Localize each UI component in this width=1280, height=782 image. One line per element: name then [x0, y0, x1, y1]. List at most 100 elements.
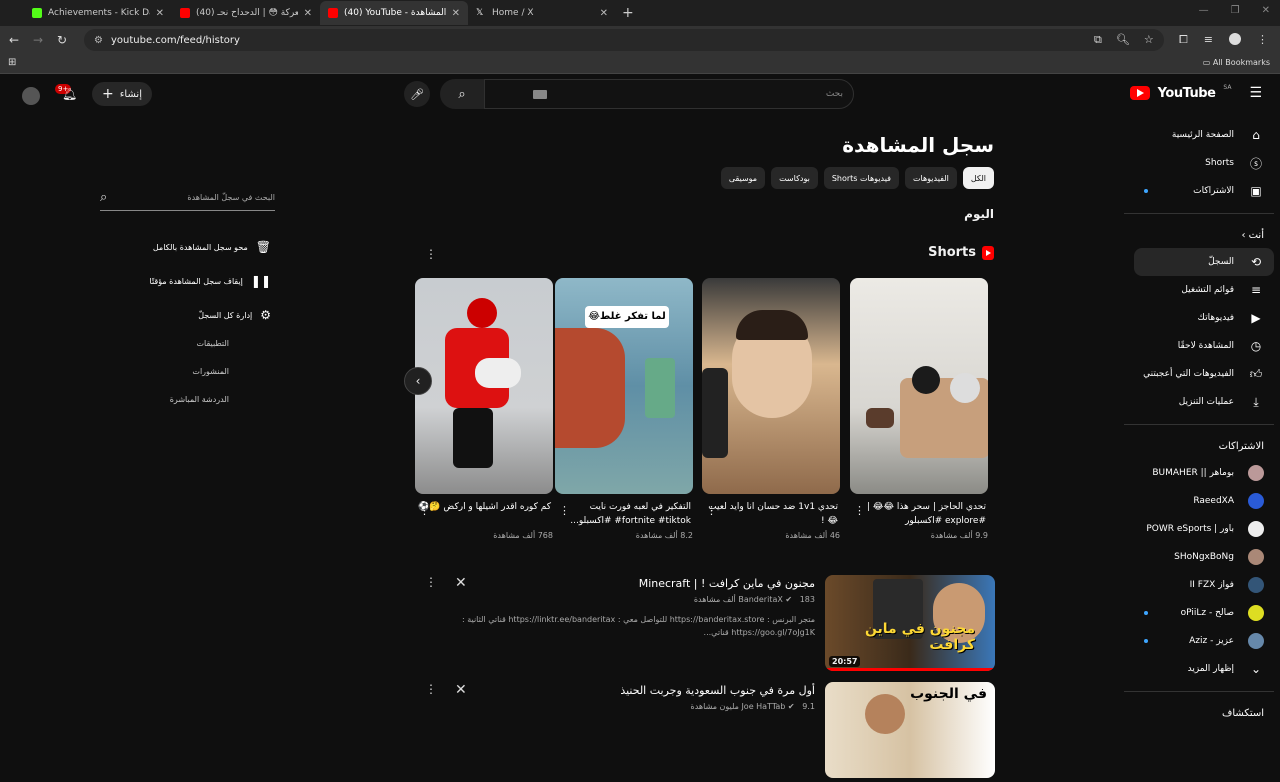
site-info-icon[interactable]: ⚙	[94, 35, 103, 46]
history-video-item[interactable]: في الجنوب أول مرة في جنوب السعودية وجربت…	[415, 682, 995, 782]
search-button[interactable]: ⌕	[440, 79, 484, 109]
sidebar-you-header[interactable]: أنت ›	[1112, 222, 1274, 248]
install-app-icon[interactable]: ⧉	[1094, 33, 1102, 47]
sidebar-sub-channel[interactable]: عزيز - Aziz	[1134, 627, 1274, 655]
reload-icon[interactable]: ↻	[50, 33, 74, 47]
channel-avatar	[1248, 605, 1264, 621]
browser-tab[interactable]: (40) نهاية المعركة 😳 | الدحداح نحـ ✕	[172, 1, 320, 25]
short-thumbnail[interactable]: لما تفكر غلط😂	[555, 278, 693, 494]
tab-close-icon[interactable]: ✕	[452, 8, 460, 19]
sidebar-item-subscriptions[interactable]: ▣ الاشتراكات	[1134, 177, 1274, 205]
sidebar-item-home[interactable]: ⌂ الصفحة الرئيسية	[1134, 121, 1274, 149]
sidebar-sub-channel[interactable]: بوماهر || BUMAHER	[1134, 459, 1274, 487]
youtube-favicon-icon	[328, 8, 338, 18]
youtube-logo[interactable]: YouTube SA ☰	[1129, 84, 1262, 101]
channel-name[interactable]: BanderitaX	[738, 595, 783, 604]
browser-menu-icon[interactable]: ⋮	[1257, 33, 1268, 47]
create-button[interactable]: + إنشاء	[92, 82, 152, 106]
minimize-icon[interactable]: —	[1199, 5, 1209, 16]
sidebar-item-watch-later[interactable]: ◷ المشاهدة لاحقًا	[1134, 332, 1274, 360]
close-window-icon[interactable]: ✕	[1262, 5, 1270, 16]
short-card[interactable]: تحدي الحاجز | سحر هذا 😂😂 | #explore #اكس…	[850, 278, 988, 540]
apps-link[interactable]: التطبيقات	[100, 329, 275, 357]
shelf-menu-icon[interactable]: ⋮	[425, 247, 437, 261]
channel-name[interactable]: Joe HaTTab	[741, 702, 785, 711]
pause-icon: ❚❚	[250, 274, 271, 288]
browser-tab-active[interactable]: (40) YouTube - سجل المشاهدة ✕	[320, 1, 468, 25]
short-card[interactable]: لما تفكر غلط😂 التفكير في لعبه فورت نايت …	[555, 278, 693, 540]
short-thumbnail[interactable]	[415, 278, 553, 494]
keyboard-icon[interactable]	[533, 89, 547, 99]
tab-close-icon[interactable]: ✕	[304, 8, 312, 19]
short-title[interactable]: التفكير في لعبه فورت نايت fortnite #tikt…	[555, 500, 693, 528]
browser-tab[interactable]: 𝕏 Home / X ✕	[468, 1, 616, 25]
chip-podcasts[interactable]: بودكاست	[771, 167, 818, 189]
extensions-icon[interactable]: ⧠	[1179, 33, 1188, 47]
short-thumbnail[interactable]	[850, 278, 988, 494]
short-menu-icon[interactable]: ⋮	[419, 504, 430, 517]
short-card[interactable]: تحدي 1v1 ضد حسان انا وايد لعيب 😂 ! 46 أل…	[702, 278, 840, 540]
chip-shorts[interactable]: فيديوهات Shorts	[823, 167, 899, 189]
zoom-icon[interactable]: 🔍︎	[1116, 33, 1130, 47]
sidebar-item-your-videos[interactable]: ▶ فيديوهاتك	[1134, 304, 1274, 332]
sidebar-sub-channel[interactable]: SHoNgxBoNg	[1134, 543, 1274, 571]
sidebar-sub-channel[interactable]: صالح - oPiiLz	[1134, 599, 1274, 627]
short-menu-icon[interactable]: ⋮	[559, 504, 570, 517]
pause-history-button[interactable]: ❚❚ إيقاف سجل المشاهدة مؤقتًا	[100, 267, 275, 295]
maximize-icon[interactable]: ❐	[1231, 5, 1240, 16]
all-bookmarks-button[interactable]: ▭ All Bookmarks	[1203, 58, 1270, 67]
profile-avatar-icon[interactable]	[1229, 33, 1241, 45]
short-thumbnail[interactable]	[702, 278, 840, 494]
remove-from-history-icon[interactable]: ✕	[455, 575, 467, 591]
video-title[interactable]: أول مرة في جنوب السعودية وجربت الحنيذ	[620, 684, 815, 697]
address-bar[interactable]: ⚙ youtube.com/feed/history	[84, 29, 1164, 51]
back-icon[interactable]: ←	[2, 33, 26, 47]
new-tab-button[interactable]: +	[622, 5, 634, 21]
sidebar-item-shorts[interactable]: ⓢ Shorts	[1134, 149, 1274, 177]
chip-music[interactable]: موسيقى	[720, 167, 766, 189]
tab-close-icon[interactable]: ✕	[600, 8, 608, 19]
video-title[interactable]: مجنون في ماين كرافت ! | Minecraft	[639, 577, 815, 590]
short-title[interactable]: تحدي 1v1 ضد حسان انا وايد لعيب 😂 !	[702, 500, 840, 528]
bookmark-star-icon[interactable]: ☆	[1144, 33, 1154, 47]
sidebar-show-more[interactable]: ⌄ إظهار المزيد	[1134, 655, 1274, 683]
sidebar-item-history[interactable]: ⟲ السجلّ	[1134, 248, 1274, 276]
video-menu-icon[interactable]: ⋮	[425, 575, 437, 589]
hamburger-menu-icon[interactable]: ☰	[1249, 85, 1262, 101]
shelf-prev-arrow-icon[interactable]: ‹	[404, 367, 432, 395]
sidebar-item-liked-videos[interactable]: 👍︎ الفيديوهات التي أعجبتني	[1134, 360, 1274, 388]
sidebar-item-playlists[interactable]: ≡ قوائم التشغيل	[1134, 276, 1274, 304]
forward-icon[interactable]: →	[26, 33, 50, 47]
short-menu-icon[interactable]: ⋮	[854, 504, 865, 517]
posts-link[interactable]: المنشورات	[100, 357, 275, 385]
manage-history-button[interactable]: ⚙ إدارة كل السجلّ	[100, 301, 275, 329]
account-avatar[interactable]	[22, 87, 40, 105]
notifications-bell-icon[interactable]: 🔔︎	[62, 87, 77, 101]
show-more-label: إظهار المزيد	[1187, 664, 1234, 674]
remove-from-history-icon[interactable]: ✕	[455, 682, 467, 698]
short-title[interactable]: تحدي الحاجز | سحر هذا 😂😂 | #explore #اكس…	[850, 500, 988, 528]
short-title[interactable]: كم كوره اقدر اشيلها و اركض 🤔⚽	[415, 500, 553, 528]
history-video-item[interactable]: مجنون في ماين كرافت 20:57 مجنون في ماين …	[415, 575, 995, 675]
sidebar-item-downloads[interactable]: ⤓ عمليات التنزيل	[1134, 388, 1274, 416]
sidebar-sub-channel[interactable]: فواز II FZX	[1134, 571, 1274, 599]
media-controls-icon[interactable]: ≡	[1204, 33, 1213, 47]
tab-close-icon[interactable]: ✕	[156, 8, 164, 19]
chip-videos[interactable]: الفيديوهات	[904, 167, 957, 189]
short-card[interactable]: كم كوره اقدر اشيلها و اركض 🤔⚽ 768 ألف مش…	[415, 278, 553, 540]
search-input[interactable]: بحث	[484, 79, 854, 109]
short-menu-icon[interactable]: ⋮	[706, 504, 717, 517]
chip-all[interactable]: الكل	[962, 167, 994, 189]
sidebar-sub-channel[interactable]: RaeedXA	[1134, 487, 1274, 515]
browser-tab[interactable]: Achievements - Kick Dashboard ✕	[24, 1, 172, 25]
video-thumbnail[interactable]: في الجنوب	[825, 682, 995, 778]
history-search-input[interactable]: البحث في سجلّ المشاهدة ⌕	[100, 185, 275, 211]
sidebar-sub-channel[interactable]: باور | POWR eSports	[1134, 515, 1274, 543]
live-chat-link[interactable]: الدردشة المباشرة	[100, 385, 275, 413]
apps-grid-icon[interactable]: ⊞	[8, 57, 16, 68]
channel-avatar	[1248, 521, 1264, 537]
voice-search-mic-icon[interactable]: 🎤︎	[404, 81, 430, 107]
video-thumbnail[interactable]: مجنون في ماين كرافت 20:57	[825, 575, 995, 671]
clear-history-button[interactable]: 🗑︎ محو سجل المشاهدة بالكامل	[100, 233, 275, 261]
video-menu-icon[interactable]: ⋮	[425, 682, 437, 696]
